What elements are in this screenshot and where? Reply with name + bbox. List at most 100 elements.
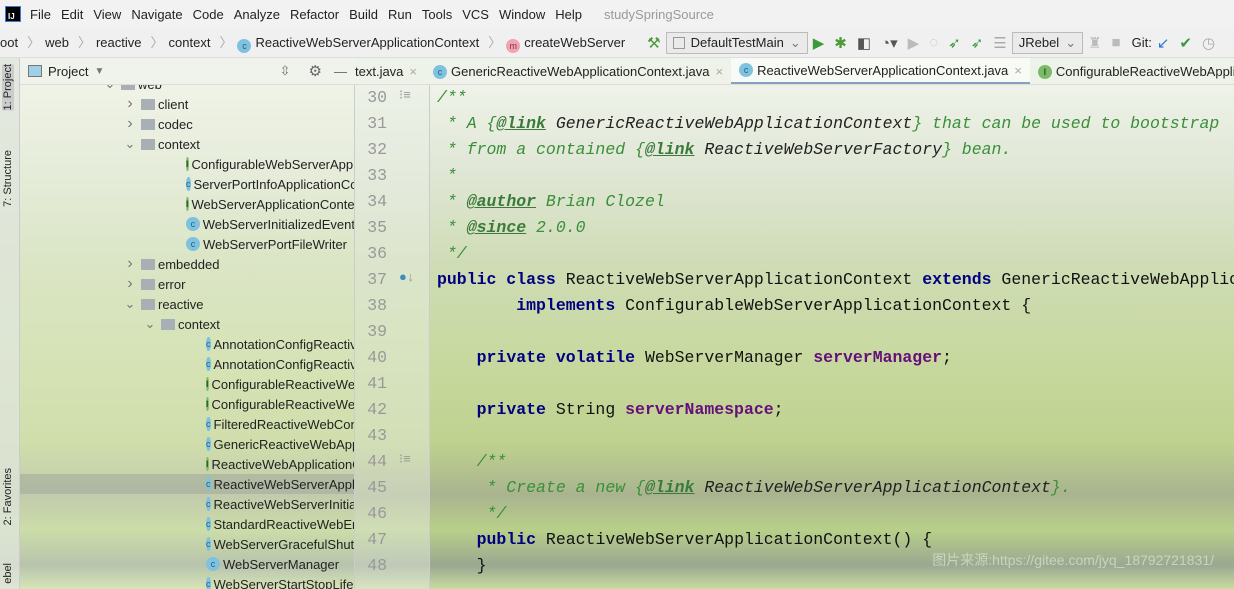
code-line: private volatile WebServerManager server… (437, 345, 952, 371)
tree-item[interactable]: cAnnotationConfigReactiveW (20, 334, 354, 354)
tree-item[interactable]: c WebServerInitializedEvent (20, 214, 354, 234)
tab-label: ReactiveWebServerApplicationContext.java (757, 62, 1009, 78)
step-icon[interactable]: ☰ (993, 34, 1006, 52)
tree-item[interactable]: I ConfigurableWebServerApplic (20, 154, 354, 174)
code-editor[interactable]: 30 ⁝≡ 31 32 33 34 35 36 37 ●↓ 38 39 40 41 42 43 44 ⁝≡ 45 46… (355, 85, 1234, 589)
tree-item[interactable]: c StandardReactiveWebEnvi (20, 514, 354, 534)
breadcrumb-item[interactable]: m createWebServer (502, 35, 629, 53)
breadcrumb-item[interactable]: oot (0, 35, 22, 50)
favorites-tool-button[interactable]: 2: Favorites (2, 468, 14, 525)
git-update-icon[interactable]: ↙ (1157, 34, 1170, 52)
tree-item[interactable]: c FilteredReactiveWebConte (20, 414, 354, 434)
menu-run[interactable]: Run (388, 7, 412, 22)
tree-item-label: web (138, 85, 162, 92)
tree-item[interactable]: c WebServerGracefulShutdo (20, 534, 354, 554)
breadcrumb: oot 〉 web 〉 reactive 〉 context 〉 c ReactiveWebSer… (0, 32, 629, 53)
tree-item[interactable]: c WebServerManager (20, 554, 354, 574)
coverage-icon[interactable]: ◧ (857, 34, 871, 52)
chevron-down-icon[interactable]: ⌄ (124, 296, 136, 312)
tree-item[interactable]: c ServerPortInfoApplicationCont (20, 174, 354, 194)
breadcrumb-item[interactable]: c ReactiveWebServerApplicationContext (233, 35, 483, 53)
jrebel-debug-icon[interactable]: ➶ (971, 34, 984, 52)
build-hammer-icon[interactable]: ⚒ (647, 34, 660, 52)
class-icon: c (186, 217, 200, 231)
tree-item[interactable]: › client (20, 94, 354, 114)
structure-tool-button[interactable]: 7: Structure (2, 150, 14, 207)
doc-render-icon[interactable]: ⁝≡ (399, 452, 411, 467)
chevron-right-icon[interactable]: › (124, 275, 136, 293)
git-history-icon[interactable]: ◷ (1202, 34, 1215, 52)
tree-item[interactable]: cGenericReactiveWebApplic (20, 434, 355, 454)
tree-item[interactable]: cReactiveWebServerApplica (20, 474, 354, 494)
menu-refactor[interactable]: Refactor (290, 7, 339, 22)
breadcrumb-separator-icon: 〉 (219, 35, 233, 50)
editor-tab[interactable]: c ReactiveWebServerApplicationContext.jav… (731, 58, 1030, 84)
menu-file[interactable]: File (30, 7, 51, 22)
editor-tab[interactable]: c GenericReactiveWebApplicationContext.ja… (425, 58, 731, 84)
chevron-down-icon[interactable]: ▼ (94, 66, 104, 77)
tree-item[interactable]: I ReactiveWebApplicationCo (20, 454, 354, 474)
tree-item[interactable]: IConfigurableReactiveWebA (20, 374, 354, 394)
chevron-right-icon[interactable]: › (124, 115, 136, 133)
tree-item[interactable]: ⌄ context (20, 134, 354, 154)
chevron-down-icon: ⌄ (1065, 34, 1077, 50)
gear-icon[interactable]: ⚙ (309, 62, 322, 80)
jrebel-select[interactable]: JRebel ⌄ (1011, 31, 1084, 54)
menu-tools[interactable]: Tools (422, 7, 452, 22)
jrebel-tool-button[interactable]: ebel (2, 563, 14, 584)
menu-code[interactable]: Code (193, 7, 224, 22)
tree-item[interactable]: ⌄ context (20, 314, 354, 334)
git-commit-icon[interactable]: ✔ (1179, 34, 1192, 52)
tree-item[interactable]: ⌄ web (20, 85, 354, 94)
chevron-down-icon[interactable]: ⌄ (104, 85, 116, 92)
tree-item[interactable]: cAnnotationConfigReactiveW (20, 354, 354, 374)
tree-item-label: GenericReactiveWebApplic (213, 436, 355, 452)
chevron-down-icon[interactable]: ⌄ (144, 316, 156, 332)
attach-icon[interactable]: ◌ (929, 34, 938, 51)
code-token: private (476, 400, 546, 419)
editor-tab[interactable]: text.java × (355, 58, 425, 84)
stop-icon[interactable]: ■ (1112, 34, 1121, 51)
profile-icon[interactable]: ◔▾ (881, 34, 898, 52)
close-icon[interactable]: × (409, 64, 417, 79)
implementation-marker-icon[interactable]: ●↓ (399, 270, 415, 285)
tree-item[interactable]: › codec (20, 114, 354, 134)
tree-item[interactable]: › error (20, 274, 354, 294)
menu-build[interactable]: Build (349, 7, 378, 22)
menu-window[interactable]: Window (499, 7, 545, 22)
tree-item[interactable]: › embedded (20, 254, 354, 274)
menu-navigate[interactable]: Navigate (131, 7, 182, 22)
chevron-right-icon[interactable]: › (124, 255, 136, 273)
menu-analyze[interactable]: Analyze (234, 7, 280, 22)
close-icon[interactable]: × (715, 64, 723, 79)
collapse-all-icon[interactable]: ⇳ (280, 63, 291, 79)
jrebel-update-icon[interactable]: ♜ (1088, 34, 1101, 52)
tree-item[interactable]: c WebServerPortFileWriter (20, 234, 354, 254)
tree-item[interactable]: ⌄ reactive (20, 294, 354, 314)
editor-tab[interactable]: I ConfigurableReactiveWebApplica (1030, 58, 1234, 84)
tree-item[interactable]: cWebServerStartStopLifecyc (20, 574, 354, 589)
chevron-right-icon[interactable]: › (124, 95, 136, 113)
menu-view[interactable]: View (93, 7, 121, 22)
menu-edit[interactable]: Edit (61, 7, 83, 22)
breadcrumb-item[interactable]: context (165, 35, 215, 50)
run-disabled-icon[interactable]: ▶ (908, 34, 920, 52)
debug-icon[interactable]: ✱ (834, 34, 847, 52)
tree-item[interactable]: c ReactiveWebServerInitializ (20, 494, 354, 514)
hide-icon[interactable]: — (334, 64, 347, 79)
tree-item[interactable]: I WebServerApplicationContext (20, 194, 354, 214)
doc-render-icon[interactable]: ⁝≡ (399, 88, 411, 103)
tree-item[interactable]: IConfigurableReactiveWebE (20, 394, 354, 414)
breadcrumb-item[interactable]: reactive (92, 35, 146, 50)
folder-icon (121, 85, 135, 90)
breadcrumb-item[interactable]: web (41, 35, 73, 50)
project-tool-button[interactable]: 1: Project (2, 64, 14, 111)
close-icon[interactable]: × (1014, 63, 1022, 78)
project-view-select[interactable]: Project (48, 64, 88, 79)
menu-help[interactable]: Help (555, 7, 582, 22)
run-config-select[interactable]: DefaultTestMain ⌄ (665, 31, 808, 54)
menu-vcs[interactable]: VCS (462, 7, 489, 22)
chevron-down-icon[interactable]: ⌄ (124, 136, 136, 152)
run-icon[interactable]: ▶ (813, 34, 825, 52)
jrebel-run-icon[interactable]: ➶ (948, 34, 961, 52)
